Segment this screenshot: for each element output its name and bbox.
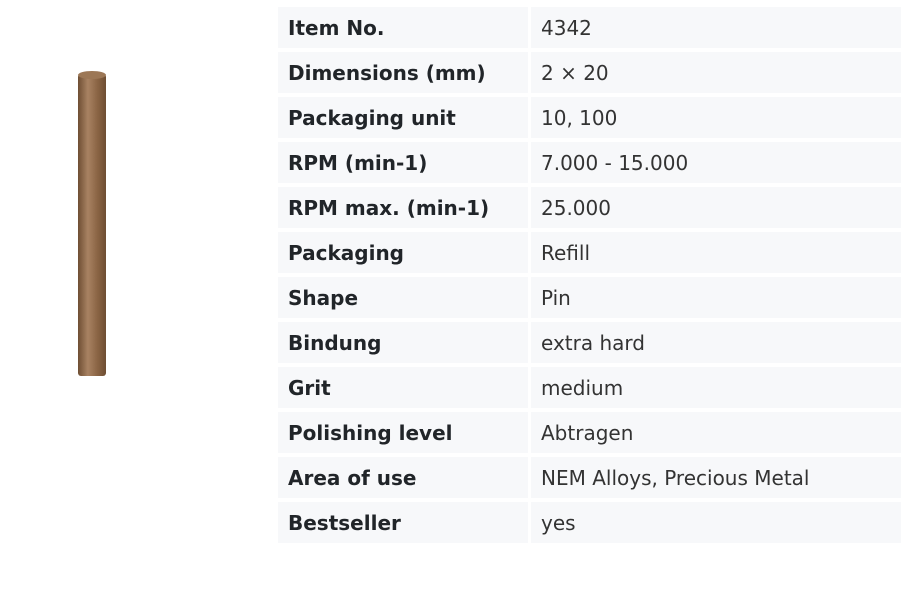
spec-row: RPM max. (min-1) 25.000	[278, 187, 901, 228]
spec-label: Packaging unit	[278, 97, 528, 138]
spec-row: Area of use NEM Alloys, Precious Metal	[278, 457, 901, 498]
product-image	[78, 71, 106, 376]
spec-label: Area of use	[278, 457, 528, 498]
spec-row: Item No. 4342	[278, 7, 901, 48]
spec-value: NEM Alloys, Precious Metal	[531, 457, 901, 498]
specs-table: Item No. 4342 Dimensions (mm) 2 × 20 Packagi…	[275, 3, 904, 547]
spec-row: Bindung extra hard	[278, 322, 901, 363]
spec-label: Polishing level	[278, 412, 528, 453]
spec-value: yes	[531, 502, 901, 543]
spec-row: RPM (min-1) 7.000 - 15.000	[278, 142, 901, 183]
spec-label: Shape	[278, 277, 528, 318]
spec-value: Refill	[531, 232, 901, 273]
spec-value: 4342	[531, 7, 901, 48]
spec-value: Abtragen	[531, 412, 901, 453]
spec-row: Polishing level Abtragen	[278, 412, 901, 453]
spec-value: 2 × 20	[531, 52, 901, 93]
spec-value: 7.000 - 15.000	[531, 142, 901, 183]
spec-row: Packaging Refill	[278, 232, 901, 273]
spec-row: Dimensions (mm) 2 × 20	[278, 52, 901, 93]
spec-label: Dimensions (mm)	[278, 52, 528, 93]
spec-value: 25.000	[531, 187, 901, 228]
spec-value: Pin	[531, 277, 901, 318]
spec-label: Bindung	[278, 322, 528, 363]
spec-row: Bestseller yes	[278, 502, 901, 543]
spec-label: RPM (min-1)	[278, 142, 528, 183]
spec-row: Packaging unit 10, 100	[278, 97, 901, 138]
spec-label: Packaging	[278, 232, 528, 273]
spec-label: RPM max. (min-1)	[278, 187, 528, 228]
spec-value: 10, 100	[531, 97, 901, 138]
spec-value: medium	[531, 367, 901, 408]
spec-label: Bestseller	[278, 502, 528, 543]
spec-row: Grit medium	[278, 367, 901, 408]
spec-value: extra hard	[531, 322, 901, 363]
spec-row: Shape Pin	[278, 277, 901, 318]
spec-label: Item No.	[278, 7, 528, 48]
spec-label: Grit	[278, 367, 528, 408]
